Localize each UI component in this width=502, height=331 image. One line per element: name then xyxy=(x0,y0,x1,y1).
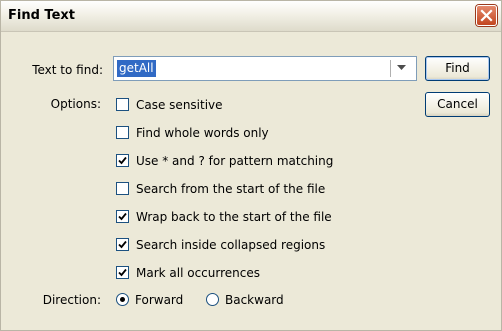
close-icon xyxy=(480,9,493,22)
option-label: Wrap back to the start of the file xyxy=(136,210,332,224)
dialog-body: Text to find: getAll Find Cancel Options… xyxy=(1,32,501,330)
checkbox[interactable] xyxy=(116,126,129,139)
option-label: Search inside collapsed regions xyxy=(136,238,326,252)
option-label: Mark all occurrences xyxy=(136,266,260,280)
dialog-title: Find Text xyxy=(8,8,75,23)
checkmark-icon xyxy=(118,156,127,165)
checkmark-icon xyxy=(118,268,127,277)
find-button[interactable]: Find xyxy=(425,56,490,81)
options-label: Options: xyxy=(50,97,101,111)
checkmark-icon xyxy=(118,240,127,249)
radio-label: Forward xyxy=(135,293,184,307)
find-text-dialog: Find Text Text to find: getAll Find Canc… xyxy=(0,0,502,331)
radio-label: Backward xyxy=(225,293,284,307)
chevron-down-icon[interactable] xyxy=(397,65,406,71)
text-to-find-label: Text to find: xyxy=(32,63,103,77)
combo-divider xyxy=(390,60,391,77)
checkbox[interactable] xyxy=(116,182,129,195)
cancel-button[interactable]: Cancel xyxy=(425,92,490,117)
radio-dot xyxy=(120,297,125,302)
option-label: Case sensitive xyxy=(136,98,223,112)
option-label: Search from the start of the file xyxy=(136,182,326,196)
checkbox[interactable] xyxy=(116,210,129,223)
close-button[interactable] xyxy=(476,5,497,26)
direction-label: Direction: xyxy=(42,293,101,307)
option-label: Find whole words only xyxy=(136,126,269,140)
radio-button[interactable] xyxy=(116,293,129,306)
search-input[interactable]: getAll xyxy=(117,60,156,77)
checkbox[interactable] xyxy=(116,98,129,111)
title-bar: Find Text xyxy=(1,1,501,32)
radio-button[interactable] xyxy=(206,293,219,306)
search-combobox[interactable]: getAll xyxy=(113,56,417,81)
checkbox[interactable] xyxy=(116,154,129,167)
checkbox[interactable] xyxy=(116,266,129,279)
checkmark-icon xyxy=(118,212,127,221)
checkbox[interactable] xyxy=(116,238,129,251)
option-label: Use * and ? for pattern matching xyxy=(136,154,334,168)
